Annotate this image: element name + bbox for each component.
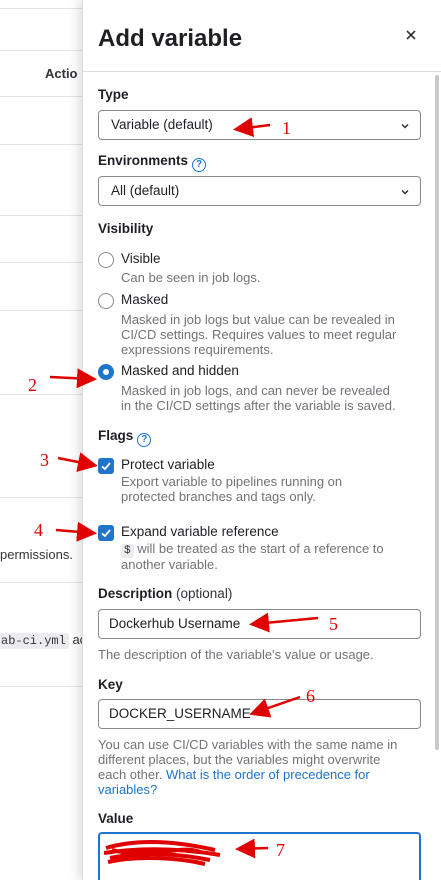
annotation-arrow-5 [249, 612, 319, 633]
redaction-scribble [103, 840, 221, 866]
annotation-label-6: 6 [306, 686, 315, 706]
annotation-arrow-4 [55, 521, 97, 542]
annotation-label-4: 4 [34, 520, 43, 540]
annotation-label-2: 2 [28, 375, 37, 395]
annotation-label-1: 1 [282, 118, 291, 138]
annotation-overlay [49, 117, 319, 866]
annotation-label-7: 7 [276, 840, 285, 860]
annotation-label-5: 5 [329, 614, 338, 634]
annotation-arrow-1 [233, 117, 271, 138]
annotation-arrow-6 [249, 695, 301, 718]
annotation-arrow-7 [235, 838, 269, 859]
annotation-label-3: 3 [40, 450, 49, 470]
annotation-arrow-3 [57, 452, 98, 472]
annotation-arrow-2 [49, 368, 97, 389]
